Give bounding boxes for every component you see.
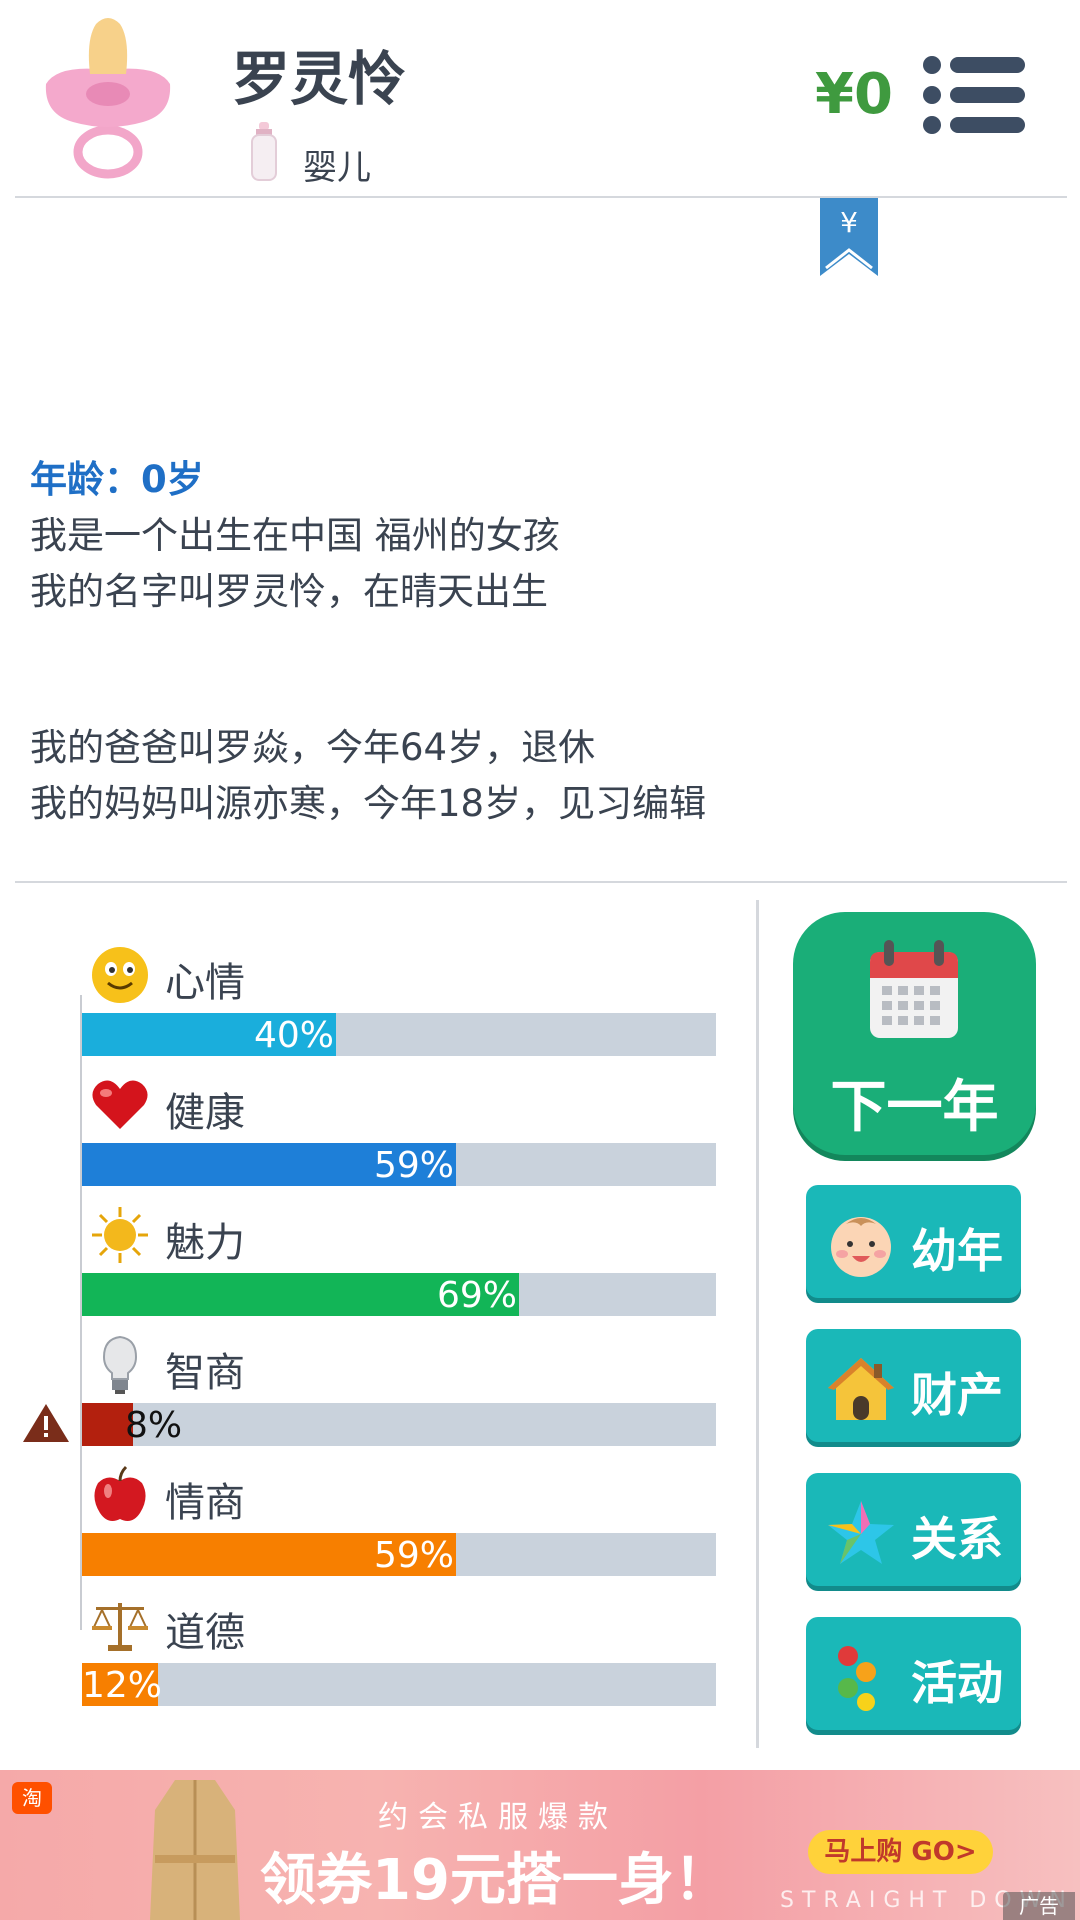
section-divider	[15, 881, 1067, 883]
story-line: 我是一个出生在中国 福州的女孩	[30, 514, 560, 557]
relations-label: 关系	[911, 1512, 1003, 1566]
svg-text:¥: ¥	[840, 206, 858, 239]
star-icon	[828, 1501, 894, 1564]
stat-mood: 心情 40%	[0, 900, 758, 1056]
trench-coat-image	[150, 1780, 240, 1920]
next-year-button[interactable]: 下一年	[793, 912, 1036, 1155]
scale-icon	[92, 1603, 148, 1651]
money-balance: ¥0	[815, 62, 893, 127]
childhood-button[interactable]: 幼年	[806, 1185, 1021, 1298]
life-stage-label: 婴儿	[303, 148, 371, 188]
stat-iq: 智商 8%	[0, 1290, 758, 1446]
header: 罗灵怜 婴儿 ¥0	[0, 0, 1080, 197]
taobao-badge: 淘	[12, 1782, 52, 1814]
player-name: 罗灵怜	[232, 45, 407, 113]
warning-icon[interactable]	[22, 1402, 70, 1444]
childhood-label: 幼年	[911, 1224, 1003, 1278]
story-line: 我的名字叫罗灵怜，在晴天出生	[30, 570, 548, 613]
sun-icon	[92, 1207, 148, 1263]
pacifier-icon	[45, 18, 171, 179]
smile-icon	[92, 947, 148, 1003]
house-icon	[828, 1358, 894, 1420]
stat-label: 心情	[165, 960, 245, 1006]
stat-morality: 道德 12%	[0, 1550, 758, 1706]
age-line: 年龄：0岁	[30, 458, 204, 501]
ad-banner[interactable]: 淘 约会私服爆款 领券19元搭一身！ 马上购 GO> STRAIGHT DOWN…	[0, 1770, 1080, 1920]
yuan-bookmark-icon[interactable]: ¥	[820, 198, 878, 276]
ad-tag[interactable]: 广告	[1003, 1892, 1075, 1920]
stat-value: 12%	[82, 1665, 163, 1706]
ad-subtitle: 约会私服爆款	[378, 1800, 618, 1835]
calendar-icon	[870, 940, 958, 1038]
stat-charm: 魅力 69%	[0, 1160, 758, 1316]
ad-cta-button[interactable]: 马上购 GO>	[808, 1830, 993, 1874]
lightbulb-icon	[102, 1335, 138, 1394]
stat-label: 情商	[165, 1480, 245, 1526]
stat-label: 健康	[165, 1090, 245, 1136]
story-spacer	[30, 620, 1050, 720]
stats-panel: 心情 40% 健康 59% 魅力 69% 智商 8% 情商 59% 道德 12%	[0, 900, 759, 1750]
stat-eq: 情商 59%	[0, 1420, 758, 1576]
story-line: 我的爸爸叫罗焱，今年64岁，退休	[30, 726, 596, 769]
header-divider	[15, 196, 1067, 198]
heart-icon	[92, 1080, 148, 1129]
stat-label: 道德	[165, 1610, 245, 1656]
property-button[interactable]: 财产	[806, 1329, 1021, 1442]
next-year-label: 下一年	[830, 1075, 999, 1140]
property-label: 财产	[911, 1368, 1003, 1422]
relations-button[interactable]: 关系	[806, 1473, 1021, 1586]
ad-headline: 领券19元搭一身！	[260, 1848, 730, 1913]
activities-label: 活动	[911, 1656, 1003, 1710]
activity-dots-icon	[838, 1646, 876, 1711]
stat-bar: 12%	[82, 1663, 716, 1706]
story-log: 年龄：0岁 我是一个出生在中国 福州的女孩 我的名字叫罗灵怜，在晴天出生 我的爸…	[30, 452, 1050, 832]
stat-label: 魅力	[165, 1220, 245, 1266]
game-screen: 罗灵怜 婴儿 ¥0 ¥ 年龄：0岁 我是一个出生在中国 福州的女孩 我的名字叫罗…	[0, 0, 1080, 1920]
stat-health: 健康 59%	[0, 1030, 758, 1186]
stat-label: 智商	[165, 1350, 245, 1396]
story-line: 我的妈妈叫源亦寒，今年18岁，见习编辑	[30, 782, 707, 825]
apple-icon	[94, 1465, 146, 1521]
baby-face-icon	[831, 1217, 891, 1277]
baby-bottle-icon	[251, 122, 277, 181]
activities-button[interactable]: 活动	[806, 1617, 1021, 1730]
menu-icon[interactable]	[920, 55, 1025, 135]
